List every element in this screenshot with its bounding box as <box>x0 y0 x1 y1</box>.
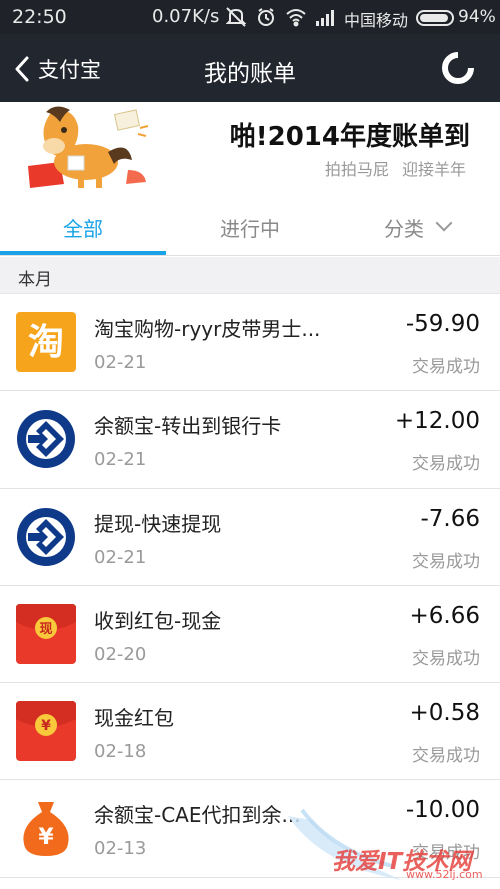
signal-icon <box>316 10 334 26</box>
transaction-status: 交易成功 <box>412 357 480 377</box>
red-envelope-yuan-icon: ¥ <box>16 701 76 762</box>
status-battery-percent: 94% <box>458 7 496 27</box>
transaction-row[interactable]: 现 收到红包-现金 02-20 +6.66 交易成功 <box>0 585 500 684</box>
banner-subtitle: 拍拍马屁 迎接羊年 <box>324 160 466 179</box>
page-title: 我的账单 <box>204 61 296 87</box>
tab-category-label: 分类 <box>384 216 424 241</box>
transaction-date: 02-21 <box>94 352 147 373</box>
ccb-bank-icon <box>17 410 75 469</box>
red-envelope-cash-icon: 现 <box>16 603 76 664</box>
filter-tabs: 全部 进行中 分类 <box>0 198 500 256</box>
transaction-title: 现金红包 <box>94 706 174 731</box>
transaction-row[interactable]: 提现-快速提现 02-21 -7.66 交易成功 <box>0 488 500 586</box>
transaction-title: 提现-快速提现 <box>94 511 222 536</box>
battery-icon <box>416 10 454 26</box>
silent-icon <box>226 7 247 27</box>
transaction-row[interactable]: ¥ 现金红包 02-18 +0.58 交易成功 <box>0 683 500 781</box>
active-tab-indicator <box>0 251 166 255</box>
status-icons <box>226 7 334 27</box>
transaction-amount: -10.00 <box>405 797 480 824</box>
tab-category[interactable]: 分类 <box>334 198 500 256</box>
transaction-title: 收到红包-现金 <box>94 608 222 633</box>
transaction-date: 02-13 <box>94 838 147 860</box>
tab-in-progress[interactable]: 进行中 <box>166 198 334 256</box>
transaction-date: 02-21 <box>94 449 147 471</box>
status-carrier: 中国移动 <box>344 11 409 30</box>
wifi-icon <box>286 9 306 27</box>
transaction-status: 交易成功 <box>412 746 480 767</box>
chevron-down-icon <box>435 214 453 232</box>
transaction-status: 交易成功 <box>412 454 480 475</box>
transaction-title: 余额宝-CAE代扣到余... <box>94 803 301 828</box>
transaction-status: 交易成功 <box>412 843 480 864</box>
horse-mascot-icon <box>28 106 149 188</box>
transaction-row[interactable]: ¥ 余额宝-CAE代扣到余... 02-13 -10.00 交易成功 <box>0 780 500 878</box>
transaction-status: 交易成功 <box>412 648 480 669</box>
pie-chart-icon[interactable] <box>442 52 474 84</box>
transaction-amount: +6.66 <box>409 602 480 629</box>
transaction-date: 02-20 <box>94 643 147 665</box>
money-bag-icon: ¥ <box>23 802 69 857</box>
ccb-bank-icon <box>17 507 75 566</box>
status-bar: 22:50 0.07K/s 中国移动 94% <box>0 0 500 34</box>
svg-text:淘: 淘 <box>28 322 64 363</box>
transaction-row[interactable]: 余额宝-转出到银行卡 02-21 +12.00 交易成功 <box>0 391 500 489</box>
transaction-date: 02-21 <box>94 546 147 568</box>
nav-bar: 支付宝 我的账单 <box>0 34 500 102</box>
annual-bill-banner[interactable]: 啪!2014年度账单到 拍拍马屁 迎接羊年 <box>0 102 500 198</box>
transaction-date: 02-18 <box>94 741 147 763</box>
transaction-amount: -59.90 <box>405 311 480 337</box>
banner-title: 啪!2014年度账单到 <box>229 122 470 152</box>
svg-text:¥: ¥ <box>38 825 54 850</box>
transaction-title: 余额宝-转出到银行卡 <box>94 414 282 439</box>
taobao-icon: 淘 <box>16 312 76 372</box>
tab-all-label: 全部 <box>63 216 103 241</box>
transaction-amount: +12.00 <box>394 408 480 435</box>
transaction-status: 交易成功 <box>412 551 480 572</box>
svg-text:现: 现 <box>39 622 52 637</box>
month-section-header: 本月 <box>0 257 500 294</box>
transaction-list: 淘 淘宝购物-ryyr皮带男士... 02-21 -59.90 交易成功 余额宝… <box>0 294 500 878</box>
status-network-speed: 0.07K/s <box>152 6 220 27</box>
alarm-icon <box>258 8 274 26</box>
tab-all[interactable]: 全部 <box>0 198 166 256</box>
transaction-amount: -7.66 <box>420 505 480 532</box>
transaction-amount: +0.58 <box>409 700 480 727</box>
transaction-row[interactable]: 淘 淘宝购物-ryyr皮带男士... 02-21 -59.90 交易成功 <box>0 294 500 392</box>
transaction-title: 淘宝购物-ryyr皮带男士... <box>94 317 321 341</box>
section-label: 本月 <box>18 270 52 290</box>
svg-text:¥: ¥ <box>41 718 51 734</box>
status-time: 22:50 <box>12 6 67 28</box>
tab-in-progress-label: 进行中 <box>220 216 280 241</box>
